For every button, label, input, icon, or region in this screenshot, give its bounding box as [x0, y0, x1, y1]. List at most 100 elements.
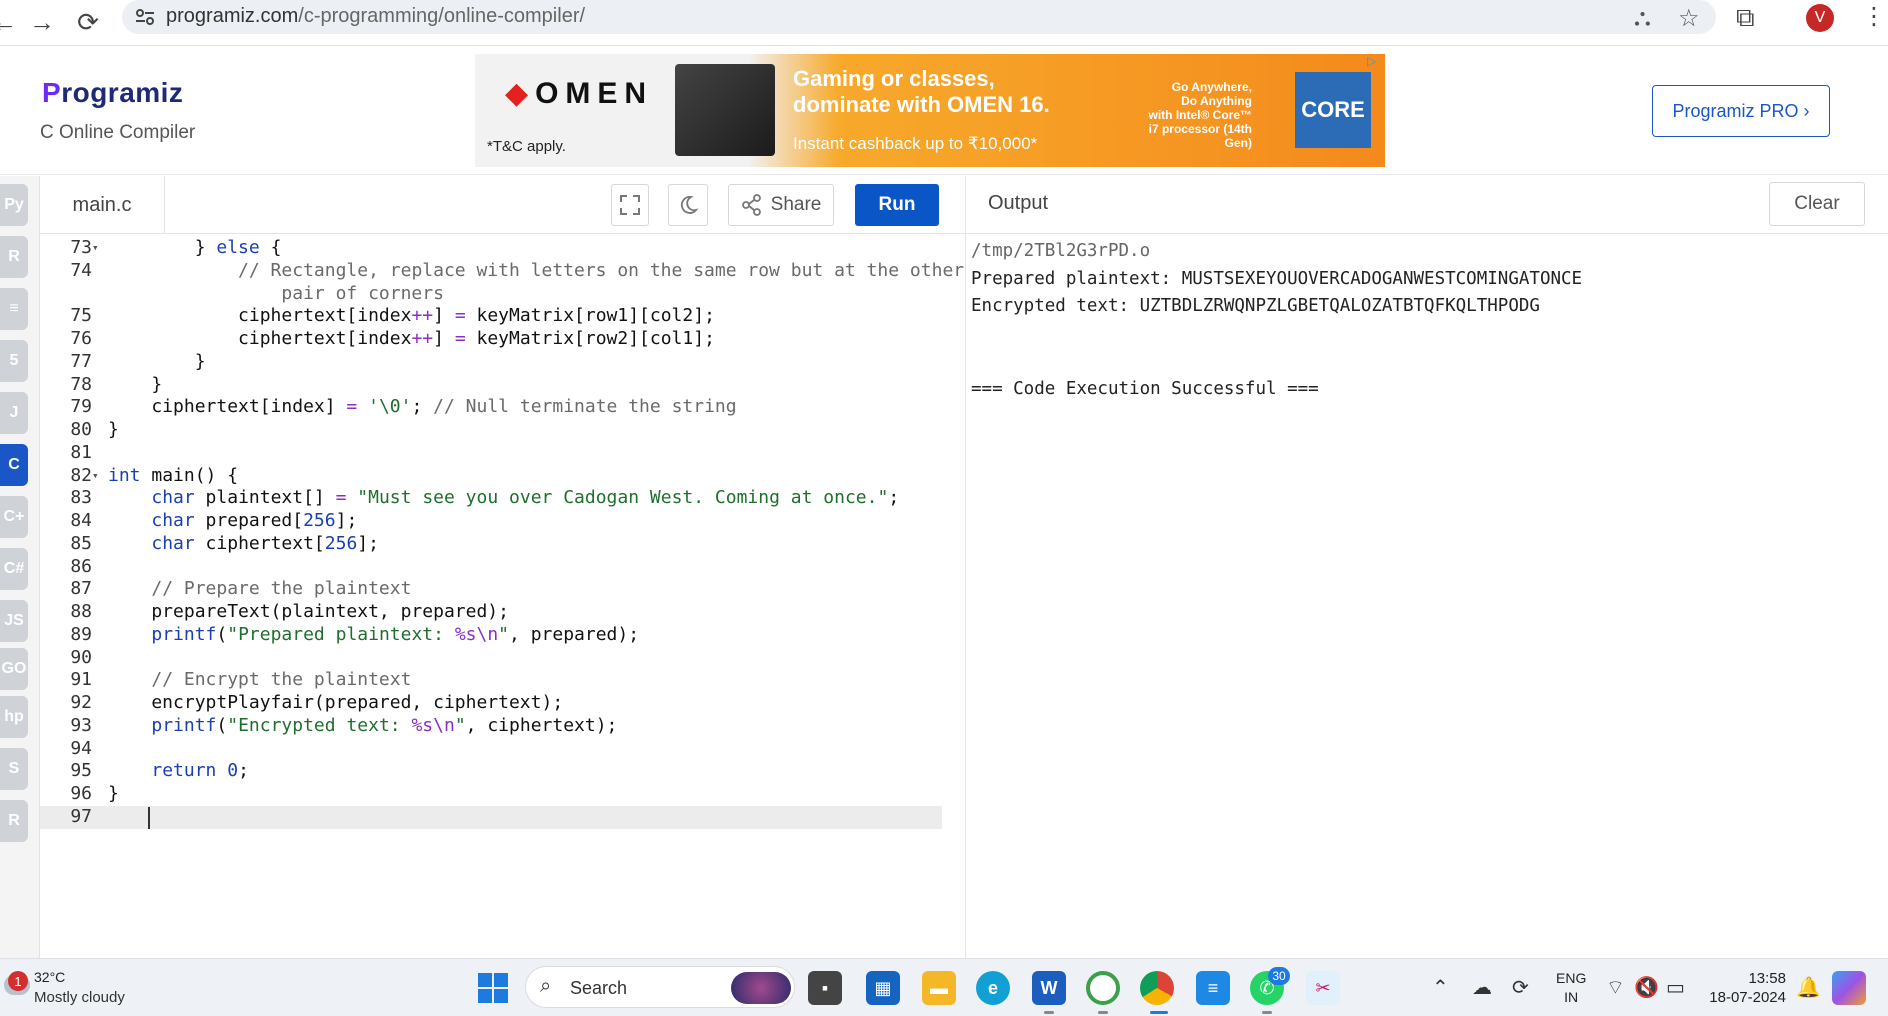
profile-avatar[interactable]: V [1806, 4, 1834, 32]
code-line[interactable]: 80} [40, 419, 942, 442]
notifications-bell-icon[interactable]: 🔔 [1796, 975, 1821, 1000]
code-line[interactable]: 85 char ciphertext[256]; [40, 533, 942, 556]
taskbar-search[interactable]: ⌕ Search [525, 966, 795, 1008]
word-icon[interactable]: W [1032, 971, 1066, 1005]
fold-toggle-icon[interactable]: ▾ [92, 237, 104, 260]
language-html-icon[interactable]: 5 [0, 340, 28, 382]
fullscreen-icon [620, 195, 640, 215]
volume-muted-icon[interactable]: 🔇 [1634, 975, 1659, 1000]
chevron-up-icon[interactable]: ⌃ [1432, 975, 1449, 1000]
line-number: 83 [70, 487, 92, 509]
language-cpp-icon[interactable]: C+ [0, 496, 28, 538]
wifi-icon[interactable]: ⌔ [1606, 975, 1625, 1000]
code-line[interactable]: 91 // Encrypt the plaintext [40, 669, 942, 692]
language-javascript-icon[interactable]: JS [0, 600, 28, 642]
back-icon[interactable]: ← [0, 4, 22, 40]
code-line[interactable]: 89 printf("Prepared plaintext: %s\n", pr… [40, 624, 942, 647]
output-status: === Code Execution Successful === [971, 378, 1319, 399]
adchoices-icon[interactable]: ▷ [1367, 54, 1383, 70]
start-button[interactable] [478, 973, 508, 1003]
language-swift-icon[interactable]: S [0, 748, 28, 790]
code-text: pair of corners [281, 282, 444, 304]
editor-toolbar: main.c Share Run [40, 176, 965, 234]
code-line[interactable]: 73 ▾ } else { [40, 237, 942, 260]
code-line[interactable]: 79 ciphertext[index] = '\0'; // Null ter… [40, 396, 942, 419]
language-code: ENG [1556, 970, 1587, 986]
line-number: 86 [70, 555, 92, 577]
code-line[interactable]: 74 // Rectangle, replace with letters on… [40, 260, 964, 283]
file-explorer-icon[interactable]: ▬ [922, 971, 956, 1005]
code-line[interactable]: 81 [40, 442, 942, 465]
code-line[interactable]: 86 [40, 556, 942, 579]
code-line[interactable]: 82 ▾ int main() { [40, 465, 942, 488]
code-line[interactable]: 90 [40, 647, 942, 670]
code-line[interactable]: 95 return 0; [40, 760, 942, 783]
address-bar[interactable]: programiz.com/c-programming/online-compi… [122, 0, 1716, 34]
code-line[interactable]: 78 } [40, 374, 942, 397]
code-line[interactable]: 96} [40, 783, 942, 806]
browser-menu-icon[interactable]: ⋮ [1862, 2, 1886, 31]
share-button[interactable]: Share [728, 184, 834, 226]
search-icon: ⌕ [540, 975, 552, 997]
app-ring-icon[interactable] [1086, 971, 1120, 1005]
code-editor[interactable]: 73 ▾ } else {74 // Rectangle, replace wit… [40, 234, 965, 958]
file-tab-main-c[interactable]: main.c [40, 176, 165, 234]
code-line[interactable]: 93 printf("Encrypted text: %s\n", cipher… [40, 715, 942, 738]
sync-icon[interactable]: ⟳ [1512, 975, 1529, 1000]
site-settings-icon[interactable] [134, 7, 156, 27]
code-line[interactable]: 75 ciphertext[index++] = keyMatrix[row1]… [40, 305, 942, 328]
programiz-pro-button[interactable]: Programiz PRO › [1652, 85, 1830, 137]
run-button[interactable]: Run [855, 184, 939, 226]
programiz-logo[interactable]: Programiz [42, 77, 183, 109]
bookmark-star-icon[interactable]: ☆ [1678, 4, 1700, 33]
code-line[interactable]: 84 char prepared[256]; [40, 510, 942, 533]
language-indicator[interactable]: ENG IN [1556, 969, 1586, 1007]
extensions-icon[interactable]: ⧉ [1736, 2, 1755, 34]
fullscreen-button[interactable] [611, 184, 649, 226]
output-line: Prepared plaintext: MUSTSEXEYOUOVERCADOG… [971, 268, 1583, 289]
code-line[interactable]: 92 encryptPlayfair(prepared, ciphertext)… [40, 692, 942, 715]
fold-toggle-icon[interactable]: ▾ [92, 465, 104, 488]
code-line[interactable]: pair of corners [40, 283, 942, 306]
language-rust-icon[interactable]: R [0, 800, 28, 842]
language-sql-icon[interactable]: ≡ [0, 288, 28, 330]
reload-icon[interactable]: ⟳ [70, 4, 106, 40]
notepad-icon[interactable]: ≡ [1196, 971, 1230, 1005]
chrome-icon[interactable] [1140, 971, 1174, 1005]
battery-icon[interactable]: ▭ [1666, 975, 1685, 1000]
output-console[interactable]: /tmp/2TBl2G3rPD.o Prepared plaintext: MUS… [971, 238, 1582, 403]
task-view-icon[interactable]: ▪ [808, 971, 842, 1005]
code-text: printf("Prepared plaintext: %s\n", prepa… [151, 623, 640, 645]
language-csharp-icon[interactable]: C# [0, 548, 28, 590]
code-line[interactable]: 97 [40, 805, 942, 829]
language-java-icon[interactable]: J [0, 392, 28, 434]
forward-icon[interactable]: → [24, 4, 60, 40]
store-icon[interactable]: ▦ [866, 971, 900, 1005]
edge-icon[interactable]: e [976, 971, 1010, 1005]
code-text: char plaintext[] = "Must see you over Ca… [151, 487, 900, 509]
clear-button[interactable]: Clear [1769, 182, 1865, 226]
code-line[interactable]: 94 [40, 738, 942, 761]
language-python-icon[interactable]: Py [0, 184, 28, 226]
code-line[interactable]: 88 prepareText(plaintext, prepared); [40, 601, 942, 624]
language-php-icon[interactable]: hp [0, 696, 28, 738]
code-line[interactable]: 77 } [40, 351, 942, 374]
line-number: 80 [70, 419, 92, 440]
language-r-icon[interactable]: R [0, 236, 28, 278]
code-line[interactable]: 76 ciphertext[index++] = keyMatrix[row2]… [40, 328, 942, 351]
code-line[interactable]: 87 // Prepare the plaintext [40, 578, 942, 601]
advertisement-banner[interactable]: ◆OMEN Gaming or classes, dominate with O… [475, 54, 1385, 167]
onedrive-icon[interactable]: ☁ [1472, 975, 1492, 1000]
copilot-icon[interactable] [1832, 971, 1866, 1005]
snipping-tool-icon[interactable]: ✂ [1306, 971, 1340, 1005]
language-c-icon[interactable]: C [0, 444, 28, 486]
line-number: 84 [70, 510, 92, 531]
line-number: 76 [70, 328, 92, 349]
language-rail: Py R ≡ 5 J C C+ C# JS GO hp S R [0, 176, 40, 958]
language-go-icon[interactable]: GO [0, 648, 28, 690]
code-line[interactable]: 83 char plaintext[] = "Must see you over… [40, 487, 942, 510]
theme-toggle-button[interactable] [668, 184, 708, 226]
translate-icon[interactable]: ⛬ [1634, 4, 1651, 32]
clock[interactable]: 13:58 18-07-2024 [1706, 969, 1786, 1007]
